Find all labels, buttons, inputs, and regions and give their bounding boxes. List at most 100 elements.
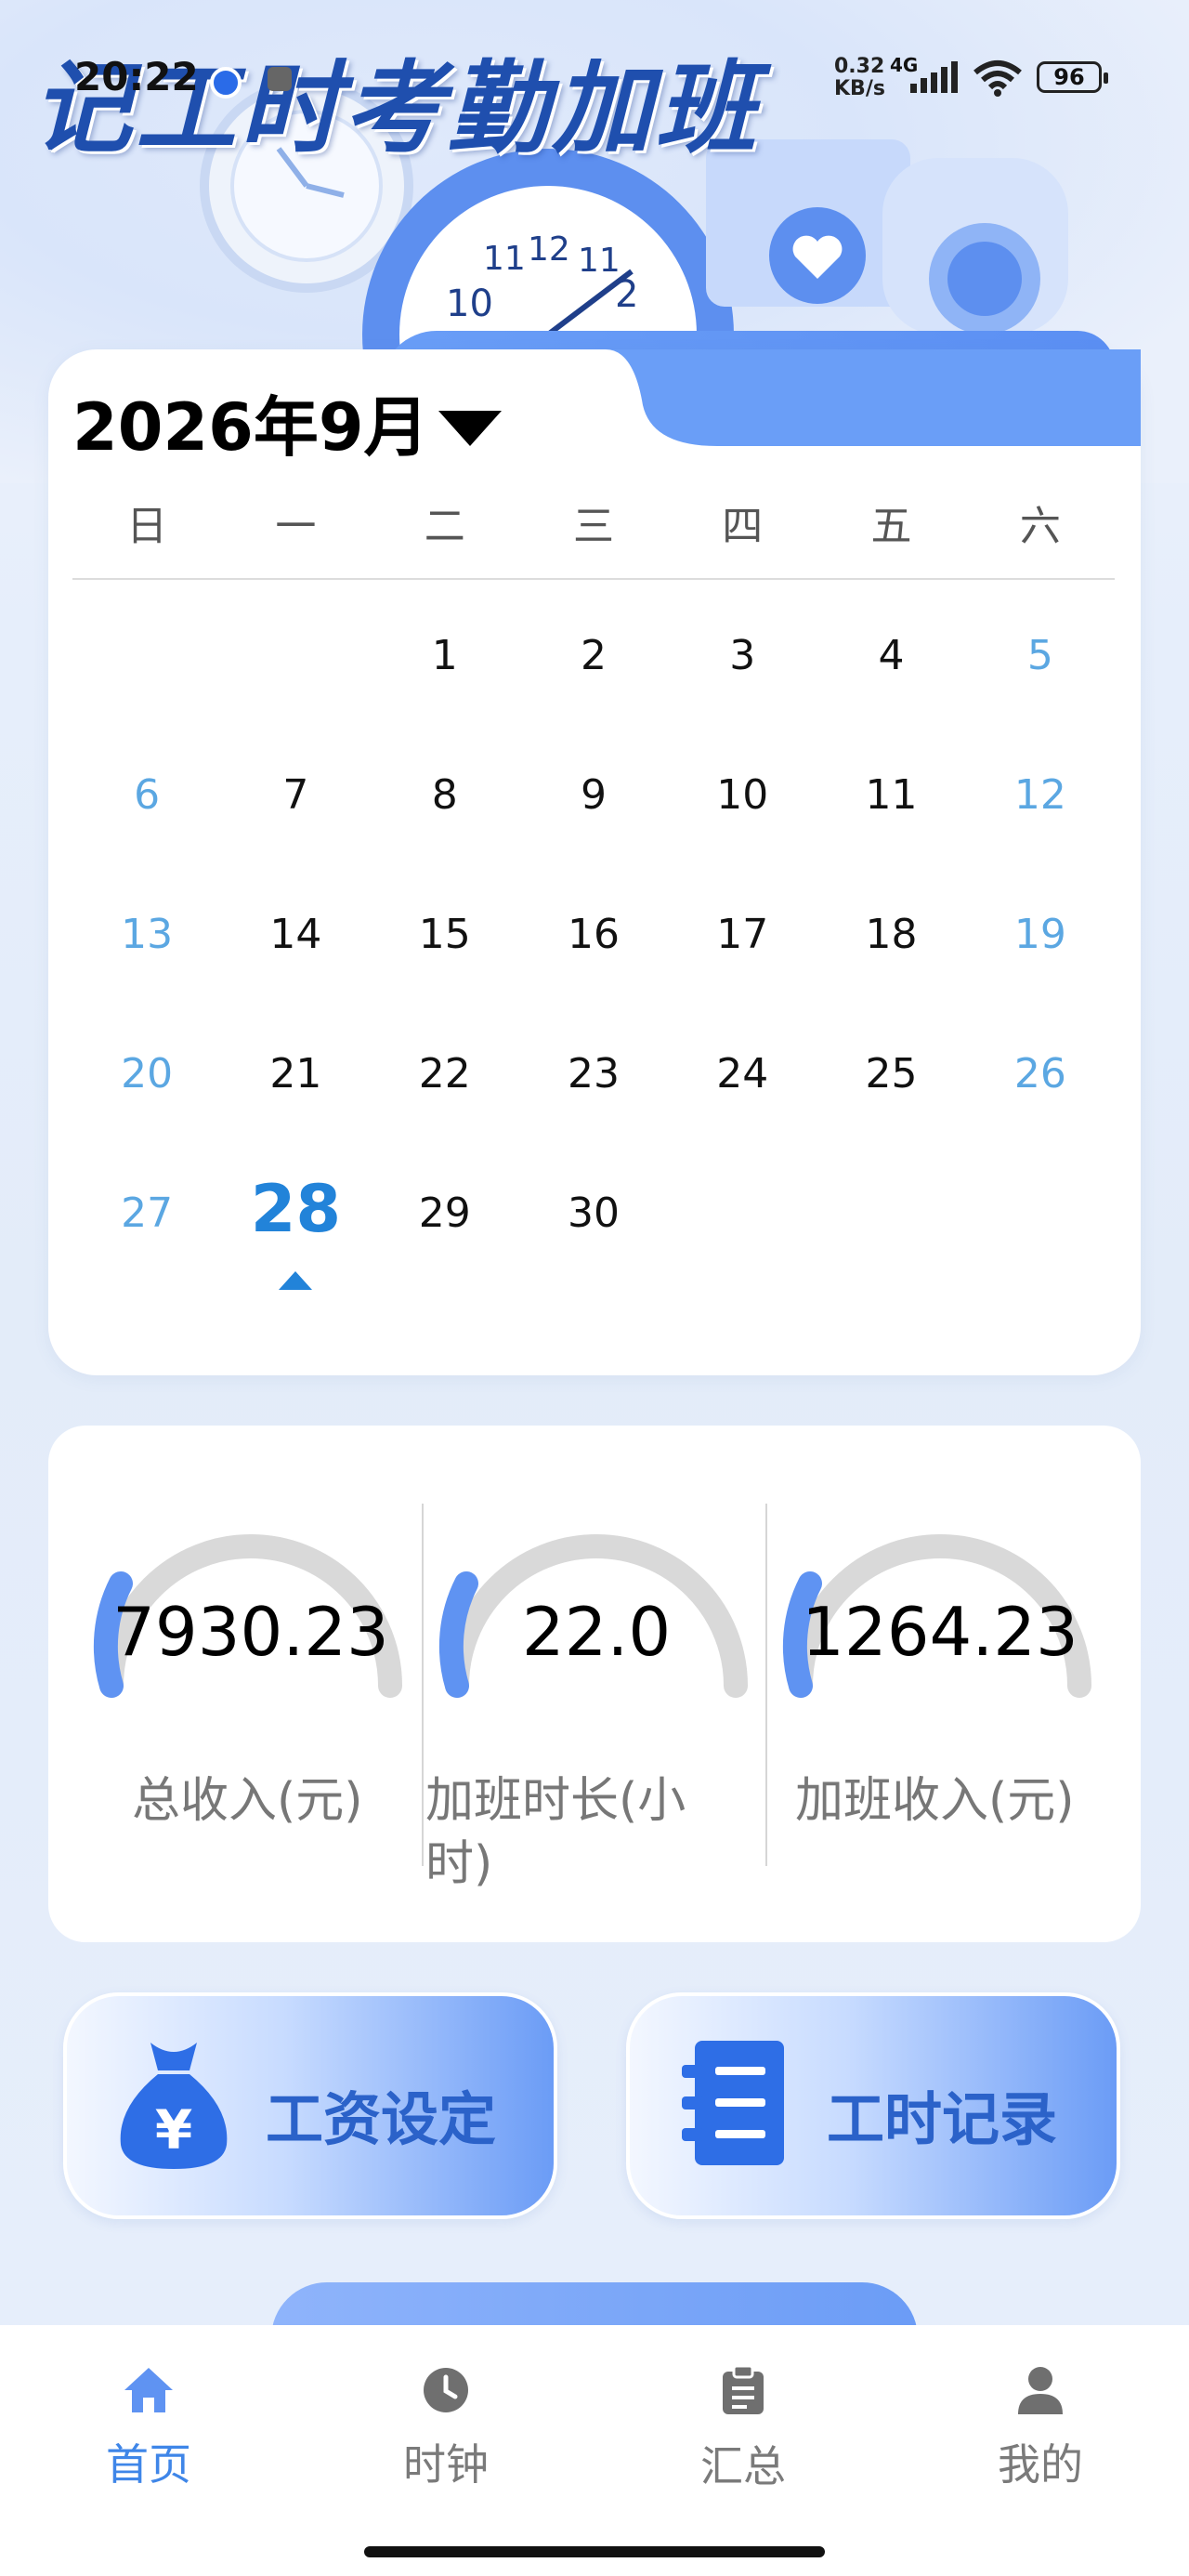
calendar-day[interactable]: 5 (966, 632, 1115, 771)
calendar-week-row: 6 7 8 9 10 11 12 (72, 771, 1115, 911)
calendar-week-row: 1 2 3 4 5 (72, 632, 1115, 771)
svg-text:10: 10 (446, 283, 493, 325)
calendar-day[interactable]: 14 (221, 911, 370, 1050)
wifi-icon (973, 60, 1022, 97)
calendar-day[interactable]: 17 (668, 911, 817, 1050)
nav-summary[interactable]: 汇总 (650, 2364, 836, 2494)
notification-icon (210, 67, 242, 99)
calendar-day[interactable]: 29 (371, 1189, 519, 1329)
user-icon (1018, 2367, 1063, 2414)
nav-clock[interactable]: 时钟 (353, 2366, 539, 2492)
selected-day-number: 28 (250, 1171, 342, 1247)
month-dropdown-icon[interactable] (438, 411, 502, 446)
calendar-day[interactable]: 20 (72, 1050, 221, 1189)
nav-clock-label: 时钟 (403, 2439, 489, 2490)
nav-summary-label: 汇总 (700, 2441, 786, 2491)
calendar-day[interactable]: 4 (817, 632, 965, 771)
calendar-day[interactable]: 13 (72, 911, 221, 1050)
status-bar: 20:22 0.32 KB/s 4G 96 (0, 0, 1189, 139)
calendar-day[interactable]: 27 (72, 1189, 221, 1329)
weekday-label: 六 (1019, 503, 1061, 550)
stats-card: 7930.23 总收入(元) 22.0 加班时长(小时) 1264.23 加班收… (48, 1426, 1141, 1942)
calendar-day[interactable]: 3 (668, 632, 817, 771)
calendar-day[interactable]: 11 (817, 771, 965, 911)
home-indicator[interactable] (364, 2546, 825, 2557)
notebook-icon (682, 2041, 784, 2165)
weekday-header: 日 一 二 三 四 五 六 (72, 493, 1115, 552)
calendar-week-row: 13 14 15 16 17 18 19 (72, 911, 1115, 1050)
home-icon (124, 2368, 173, 2412)
calendar-day[interactable]: 9 (519, 771, 668, 911)
bottom-navigation: 首页 时钟 汇总 我的 (0, 2325, 1189, 2576)
net-speed-unit: KB/s (834, 77, 885, 100)
calendar-day[interactable]: 10 (668, 771, 817, 911)
calendar-day[interactable]: 7 (221, 771, 370, 911)
weekday-label: 二 (424, 503, 465, 550)
svg-text:¥: ¥ (155, 2098, 192, 2162)
calendar-day[interactable]: 25 (817, 1050, 965, 1189)
calendar-day[interactable]: 19 (966, 911, 1115, 1050)
svg-text:11: 11 (483, 240, 526, 278)
overtime-income-label: 加班收入(元) (795, 1773, 1075, 1829)
calendar-day[interactable]: 1 (371, 632, 519, 771)
calendar-day[interactable]: 23 (519, 1050, 668, 1189)
nav-profile[interactable]: 我的 (947, 2366, 1133, 2492)
hours-record-label: 工时记录 (827, 2085, 1058, 2153)
calendar-day (221, 632, 370, 771)
money-bag-icon: ¥ (120, 2043, 228, 2169)
calendar-week-row: 20 21 22 23 24 25 26 (72, 1050, 1115, 1189)
weekday-label: 日 (126, 503, 168, 550)
nav-home[interactable]: 首页 (56, 2366, 242, 2492)
calendar-day[interactable]: 18 (817, 911, 965, 1050)
calendar-day[interactable]: 12 (966, 771, 1115, 911)
total-income-label: 总收入(元) (132, 1773, 363, 1829)
net-speed-value: 0.32 (834, 55, 885, 78)
calendar-day-selected[interactable]: 28 (221, 1171, 370, 1329)
overtime-hours-value: 22.0 (521, 1593, 672, 1671)
stats-divider (765, 1504, 767, 1866)
hours-record-button[interactable]: 工时记录 (626, 1992, 1120, 2219)
total-income-gauge: 7930.23 (84, 1453, 418, 1732)
calendar-day (817, 1189, 965, 1329)
calendar-day[interactable]: 2 (519, 632, 668, 771)
calendar-day[interactable]: 8 (371, 771, 519, 911)
overtime-hours-label: 加班时长(小时) (425, 1773, 686, 1892)
calendar-day (966, 1189, 1115, 1329)
calendar-day[interactable]: 24 (668, 1050, 817, 1189)
calendar-day[interactable]: 6 (72, 771, 221, 911)
overtime-income-value: 1264.23 (802, 1593, 1078, 1671)
calendar-day[interactable]: 30 (519, 1189, 668, 1329)
calendar-day[interactable]: 15 (371, 911, 519, 1050)
stats-divider (422, 1504, 424, 1866)
calendar-week-row: 27 28 29 30 (72, 1171, 1115, 1329)
svg-text:12: 12 (528, 230, 570, 269)
clipboard-icon (723, 2364, 764, 2414)
calendar-day (72, 632, 221, 771)
month-label[interactable]: 2026年9月 (72, 375, 429, 469)
status-time: 20:22 (74, 54, 199, 99)
weekday-label: 三 (572, 503, 614, 550)
calendar-day[interactable]: 22 (371, 1050, 519, 1189)
calendar-divider (72, 578, 1115, 580)
overtime-hours-gauge: 22.0 (429, 1453, 764, 1732)
total-income-value: 7930.23 (112, 1593, 389, 1671)
salary-setting-button[interactable]: ¥ 工资设定 (63, 1992, 557, 2219)
signal-icon (910, 61, 958, 93)
overtime-income-gauge: 1264.23 (773, 1453, 1107, 1732)
selected-day-marker-icon (279, 1271, 313, 1290)
svg-text:11: 11 (578, 242, 621, 280)
app-notification-icon (268, 67, 292, 91)
calendar-day[interactable]: 26 (966, 1050, 1115, 1189)
weekday-label: 四 (722, 503, 764, 550)
net-speed: 0.32 KB/s (834, 56, 885, 100)
salary-setting-label: 工资设定 (266, 2085, 497, 2153)
calendar-days-grid: 1 2 3 4 5 6 7 8 9 10 11 12 13 14 15 16 1… (72, 632, 1115, 1329)
calendar-day (668, 1189, 817, 1329)
weekday-label: 五 (870, 503, 912, 550)
battery-icon: 96 (1037, 61, 1108, 93)
calendar-day[interactable]: 16 (519, 911, 668, 1050)
nav-profile-label: 我的 (998, 2439, 1083, 2490)
calendar-day[interactable]: 21 (221, 1050, 370, 1189)
nav-home-label: 首页 (106, 2439, 191, 2490)
clock-icon (424, 2368, 468, 2412)
